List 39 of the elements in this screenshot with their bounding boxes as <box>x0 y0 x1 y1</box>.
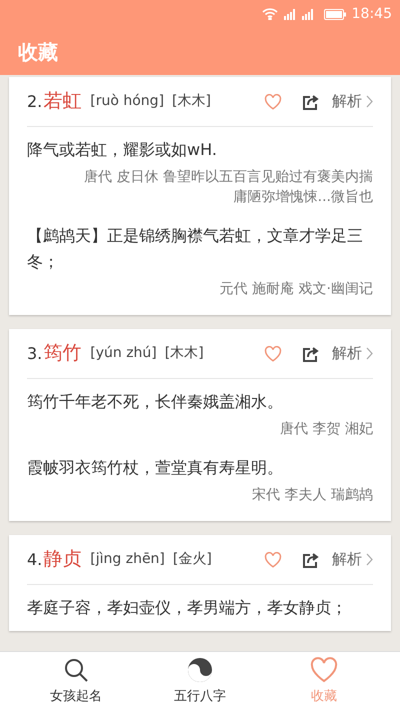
item-number: 3. <box>27 342 42 364</box>
elements-text: [木木] <box>172 92 211 111</box>
wifi-icon <box>262 8 278 20</box>
analysis-link[interactable]: 解析 <box>332 90 362 113</box>
analysis-link[interactable]: 解析 <box>332 342 362 365</box>
name-title: 筠竹 <box>43 341 82 366</box>
pinyin-text: [jìng zhēn] <box>90 550 165 569</box>
name-title: 若虹 <box>43 89 82 114</box>
share-icon[interactable] <box>302 346 319 362</box>
quote-text: 孝庭子容，孝妇壶仪，孝男端方，孝女静贞； <box>27 597 348 619</box>
quote-text: 降气或若虹，耀影或如wH. <box>27 139 218 161</box>
item-number: 2. <box>27 90 42 112</box>
heart-icon <box>310 656 338 683</box>
quote-source: 唐代 皮日休 鲁望昨以五百言见贻过有褒美内揣庸陋弥增愧悚...微旨也 <box>83 168 373 207</box>
yin-yang-icon <box>187 656 213 683</box>
chevron-right-icon <box>366 553 373 566</box>
quote-source: 宋代 李夫人 瑞鹧鸪 <box>251 486 373 505</box>
chevron-right-icon <box>366 347 373 360</box>
search-icon <box>63 656 89 683</box>
page-title: 收藏 <box>18 38 58 66</box>
status-time: 18:45 <box>352 4 392 24</box>
share-icon[interactable] <box>302 552 319 568</box>
name-title: 静贞 <box>43 547 82 572</box>
elements-text: [木木] <box>164 344 204 363</box>
pinyin-text: [yún zhú] <box>90 344 157 363</box>
quote-text: 筠竹千年老不死，长伴秦娥盖湘水。 <box>27 391 284 413</box>
quote-source: 元代 施耐庵 戏文·幽闺记 <box>218 280 373 299</box>
elements-text: [金火] <box>172 550 212 569</box>
nav-tab[interactable]: 女孩起名 <box>38 652 114 711</box>
pinyin-text: [ruò hóng] <box>90 92 164 111</box>
item-number: 4. <box>27 548 42 570</box>
nav-tab[interactable]: 五行八字 <box>162 652 238 711</box>
quote-text: 【鹧鸪天】正是锦绣胸襟气若虹，文章才学足三冬； <box>27 225 364 273</box>
quote-text: 霞帔羽衣筠竹杖，萱堂真有寿星明。 <box>27 457 284 479</box>
chevron-right-icon <box>366 95 373 108</box>
analysis-link[interactable]: 解析 <box>332 548 362 571</box>
battery-icon <box>324 8 346 20</box>
share-icon[interactable] <box>302 94 319 110</box>
quote-source: 唐代 李贺 湘妃 <box>279 420 373 439</box>
